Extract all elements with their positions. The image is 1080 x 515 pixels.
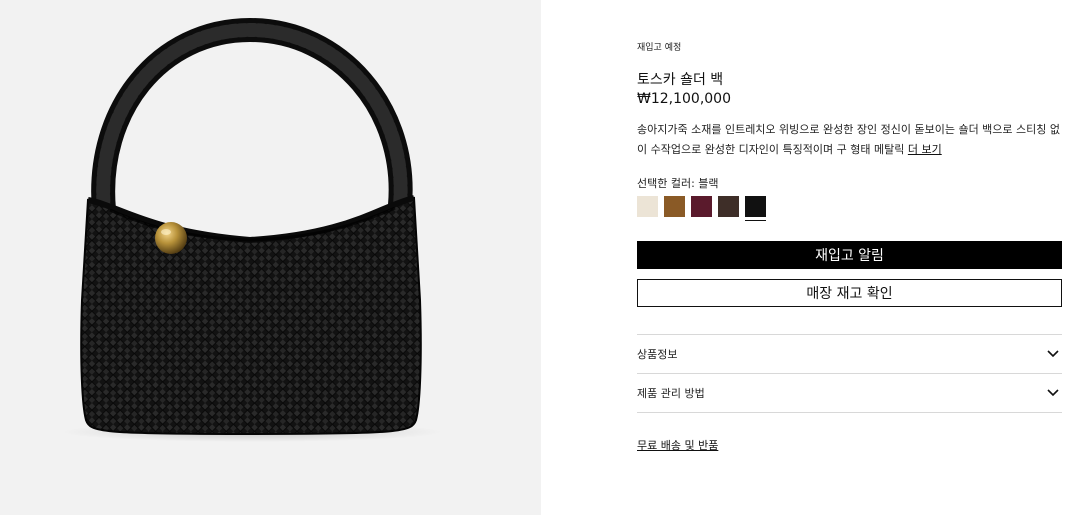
restock-alert-button[interactable]: 재입고 알림 [637,241,1062,269]
store-stock-button[interactable]: 매장 재고 확인 [637,279,1062,307]
accordion-product-info[interactable]: 상품정보 [637,334,1062,373]
product-image[interactable] [0,0,541,515]
read-more-link[interactable]: 더 보기 [908,143,942,156]
color-swatch-burgundy[interactable] [691,196,712,217]
selected-color-label: 선택한 컬러: 블랙 [637,177,719,190]
shipping-returns-link[interactable]: 무료 배송 및 반품 [637,437,718,453]
color-swatch-tan[interactable] [664,196,685,217]
description-text: 송아지가죽 소재를 인트레치오 위빙으로 완성한 장인 정신이 돋보이는 숄더 … [637,123,1061,156]
product-price: ₩12,100,000 [637,91,732,107]
color-swatch-cream[interactable] [637,196,658,217]
color-swatches [637,196,766,221]
accordion-label: 제품 관리 방법 [637,387,705,400]
chevron-down-icon [1047,389,1059,397]
color-swatch-dark-brown[interactable] [718,196,739,217]
product-title: 토스카 숄더 백 [637,72,724,88]
product-details: 재입고 예정 토스카 숄더 백 ₩12,100,000 송아지가죽 소재를 인트… [637,0,1062,515]
chevron-down-icon [1047,350,1059,358]
accordion-care-instructions[interactable]: 제품 관리 방법 [637,373,1062,413]
stock-status: 재입고 예정 [637,43,682,53]
accordion-label: 상품정보 [637,348,678,361]
color-swatch-black[interactable] [745,196,766,221]
product-description: 송아지가죽 소재를 인트레치오 위빙으로 완성한 장인 정신이 돋보이는 숄더 … [637,120,1065,160]
bag-illustration [62,17,442,442]
